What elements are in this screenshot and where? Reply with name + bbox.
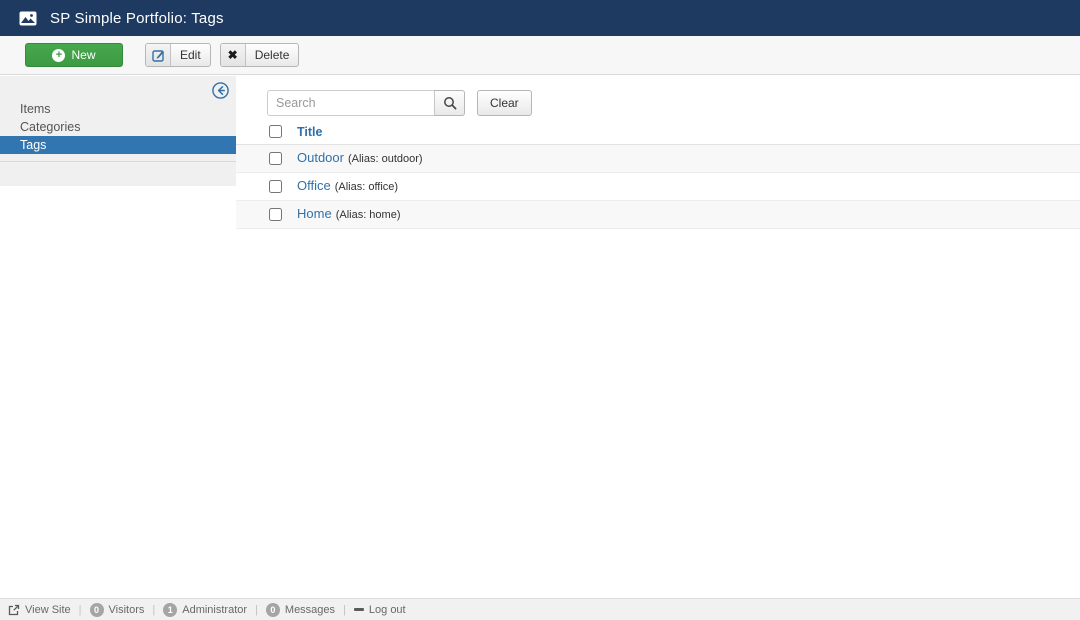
delete-button[interactable]: ✖ Delete xyxy=(219,43,300,67)
delete-x-icon: ✖ xyxy=(220,44,246,66)
visitors-count-badge: 0 xyxy=(89,602,104,617)
administrator-link[interactable]: 1 Administrator xyxy=(163,602,248,617)
search-icon xyxy=(443,96,457,110)
row-checkbox-outdoor[interactable] xyxy=(269,151,282,165)
sidebar-item-categories[interactable]: Categories xyxy=(0,118,236,136)
title-column-header[interactable]: Title xyxy=(297,125,322,139)
logout-icon xyxy=(353,608,364,611)
sidebar-item-tags[interactable]: Tags xyxy=(0,136,236,154)
footer-separator: | xyxy=(255,603,258,616)
footer-separator: | xyxy=(78,603,82,616)
edit-button-label: Edit xyxy=(180,48,201,62)
view-site-link[interactable]: View Site xyxy=(8,604,71,616)
new-button-label: New xyxy=(71,48,96,62)
tags-table: Title Outdoor (Alias: outdoor) Office (Ali… xyxy=(236,120,1080,229)
sidebar-menu: Items Categories Tags xyxy=(0,100,236,154)
messages-count-badge: 0 xyxy=(265,602,280,617)
main-content: Clear Title Outdoor(Alias: outdoor) xyxy=(236,75,1080,229)
tag-alias: (Alias: outdoor) xyxy=(347,153,423,165)
table-header-row: Title xyxy=(236,120,1080,144)
tag-link-office[interactable]: Office xyxy=(297,178,331,193)
app-window: SP Simple Portfolio: Tags + New Edit ✖ D… xyxy=(0,0,1080,620)
select-all-checkbox[interactable] xyxy=(269,125,282,139)
search-input[interactable] xyxy=(267,90,435,116)
plus-icon: + xyxy=(52,48,66,62)
logout-link[interactable]: Log out xyxy=(353,603,406,616)
table-row: Home (Alias: home) xyxy=(236,200,1080,228)
messages-label: Messages xyxy=(284,603,336,616)
tag-link-home[interactable]: Home xyxy=(297,206,332,221)
new-button[interactable]: + New xyxy=(25,43,123,67)
logout-label: Log out xyxy=(368,603,406,616)
row-checkbox-home[interactable] xyxy=(269,207,282,221)
administrator-count-badge: 1 xyxy=(163,602,178,617)
toolbar: + New Edit ✖ Delete xyxy=(0,36,1080,75)
messages-link[interactable]: 0 Messages xyxy=(265,602,336,617)
table-row: Office (Alias: office) xyxy=(236,172,1080,200)
search-button[interactable] xyxy=(434,90,465,116)
clear-button[interactable]: Clear xyxy=(477,90,532,116)
row-checkbox-office[interactable] xyxy=(269,179,282,193)
edit-button[interactable]: Edit xyxy=(145,43,211,67)
view-site-label: View Site xyxy=(25,603,71,616)
footer-separator: | xyxy=(343,603,346,616)
visitors-label: Visitors xyxy=(108,603,145,616)
sidebar-divider xyxy=(0,161,236,162)
filter-bar: Clear xyxy=(267,90,1080,116)
page-title: SP Simple Portfolio: Tags xyxy=(50,9,224,27)
footer-separator: | xyxy=(152,603,156,616)
tag-alias: (Alias: home) xyxy=(335,209,401,221)
image-icon xyxy=(19,11,37,26)
table-row: Outdoor (Alias: outdoor) xyxy=(236,144,1080,172)
administrator-label: Administrator xyxy=(182,603,248,616)
admin-header: SP Simple Portfolio: Tags xyxy=(0,0,1080,36)
status-bar: View Site | 0 Visitors | 1 Administrator… xyxy=(0,598,1080,620)
visitors-link[interactable]: 0 Visitors xyxy=(89,602,145,617)
external-link-icon xyxy=(8,604,20,616)
tag-alias: (Alias: office) xyxy=(334,181,399,193)
sidebar-item-items[interactable]: Items xyxy=(0,100,236,118)
edit-icon xyxy=(146,44,171,66)
tag-link-outdoor[interactable]: Outdoor xyxy=(297,150,344,165)
search-group xyxy=(267,90,465,116)
sidebar: Items Categories Tags xyxy=(0,76,236,186)
delete-button-label: Delete xyxy=(254,48,290,62)
collapse-sidebar-button[interactable] xyxy=(212,82,229,99)
